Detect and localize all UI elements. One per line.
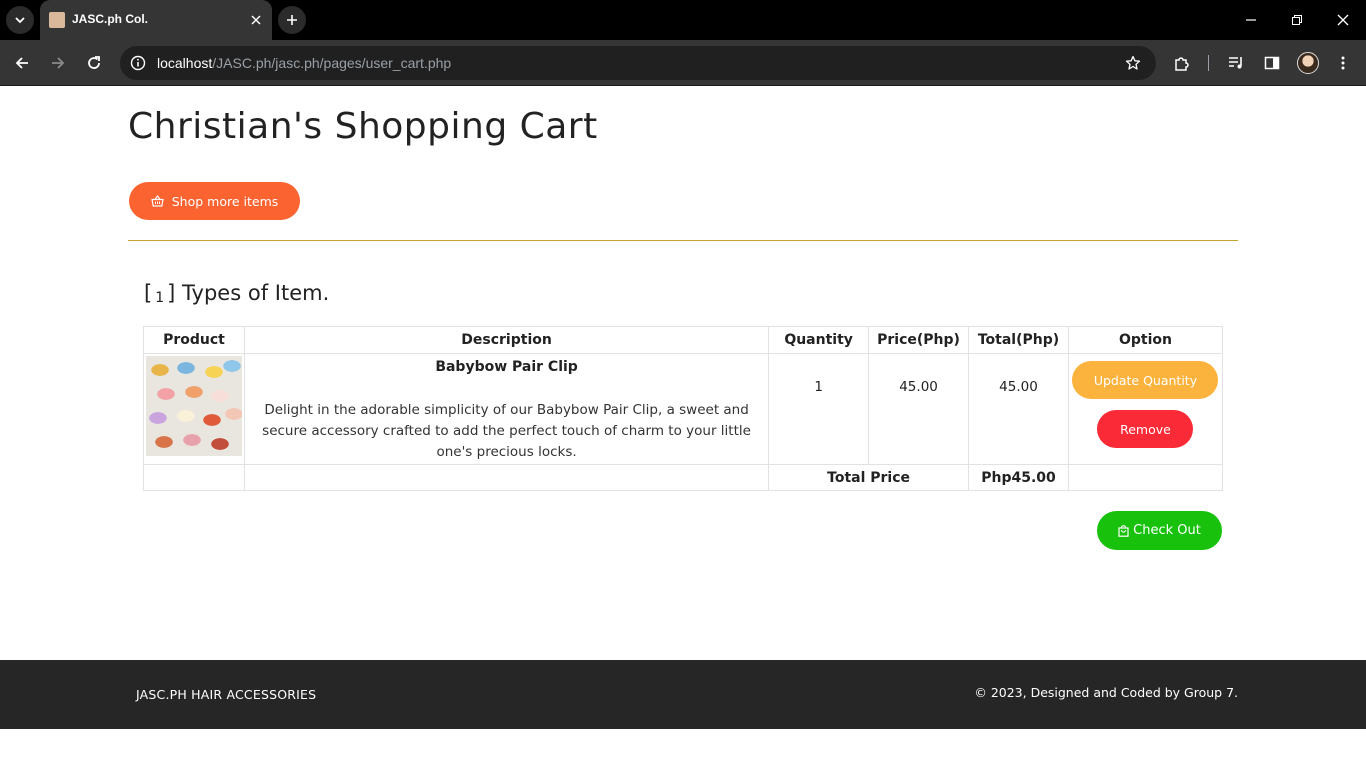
- header-option: Option: [1067, 326, 1224, 354]
- header-total: Total(Php): [968, 326, 1069, 354]
- item-types-heading: [1] Types of Item.: [144, 281, 329, 306]
- toolbar-separator: [1208, 55, 1209, 71]
- page-content: Christian's Shopping Cart Shop more item…: [0, 87, 1366, 768]
- checkout-label: Check Out: [1133, 523, 1201, 538]
- types-suffix: ] Types of Item.: [167, 281, 330, 305]
- minimize-button[interactable]: [1239, 8, 1263, 32]
- footer-brand: JASC.PH HAIR ACCESSORIES: [136, 687, 317, 702]
- basket-icon: [151, 195, 164, 207]
- header-price: Price(Php): [868, 326, 970, 354]
- checkout-button[interactable]: Check Out: [1097, 511, 1222, 550]
- price-cell: 45.00: [868, 353, 970, 465]
- shop-more-items-button[interactable]: Shop more items: [129, 182, 300, 220]
- forward-button[interactable]: [46, 51, 70, 75]
- section-divider: [128, 240, 1238, 241]
- cart-header-row: Product Description Quantity Price(Php) …: [143, 326, 1224, 354]
- bookmark-button[interactable]: [1122, 52, 1144, 74]
- window-close-button[interactable]: [1331, 8, 1355, 32]
- update-quantity-button[interactable]: Update Quantity: [1072, 361, 1219, 399]
- header-product: Product: [143, 326, 245, 354]
- cart-table: Product Description Quantity Price(Php) …: [143, 326, 1224, 491]
- puzzle-icon: [1175, 57, 1189, 71]
- restore-icon: [1292, 15, 1302, 25]
- url-path: /JASC.ph/jasc.ph/pages/user_cart.php: [212, 55, 452, 71]
- quantity-cell: 1: [768, 353, 870, 465]
- minimize-icon: [1246, 19, 1256, 21]
- chevron-down-icon: [15, 17, 25, 24]
- close-icon: [1337, 14, 1349, 26]
- browser-tab[interactable]: JASC.ph Col.: [40, 0, 272, 40]
- reload-button[interactable]: [82, 51, 106, 75]
- browser-toolbar: localhost/JASC.ph/jasc.ph/pages/user_car…: [0, 40, 1366, 86]
- footer-credit: © 2023, Designed and Coded by Group 7.: [974, 685, 1238, 700]
- tab-close-button[interactable]: [246, 10, 266, 30]
- types-prefix: [: [144, 281, 153, 305]
- site-info-button[interactable]: [126, 51, 150, 75]
- back-button[interactable]: [10, 51, 34, 75]
- new-tab-button[interactable]: [278, 6, 306, 34]
- total-row: Total Price Php45.00: [143, 464, 1224, 491]
- option-cell: Update Quantity Remove: [1067, 353, 1224, 465]
- types-count: 1: [155, 290, 165, 306]
- address-bar[interactable]: localhost/JASC.ph/jasc.ph/pages/user_car…: [120, 46, 1156, 80]
- arrow-left-icon: [15, 57, 28, 69]
- footer: JASC.PH HAIR ACCESSORIES © 2023, Designe…: [0, 660, 1366, 729]
- media-control-button[interactable]: [1224, 51, 1248, 75]
- plus-icon: [287, 15, 297, 25]
- product-image: [146, 356, 242, 456]
- restore-button[interactable]: [1285, 8, 1309, 32]
- page-title: Christian's Shopping Cart: [128, 106, 598, 147]
- browser-tab-strip: JASC.ph Col.: [0, 0, 1366, 40]
- queue-music-icon: [1229, 57, 1242, 69]
- close-icon: [251, 15, 261, 25]
- reload-icon: [88, 56, 100, 69]
- site-favicon-icon: [49, 12, 65, 28]
- shop-more-items-label: Shop more items: [171, 193, 279, 209]
- shopping-bag-icon: [1118, 524, 1129, 537]
- header-description: Description: [243, 326, 770, 354]
- tab-search-button[interactable]: [6, 6, 34, 34]
- url-host: localhost: [157, 55, 213, 71]
- total-cell: 45.00: [968, 353, 1069, 465]
- arrow-right-icon: [52, 57, 65, 69]
- total-row-empty-cell: [1067, 464, 1224, 491]
- extensions-button[interactable]: [1170, 51, 1194, 75]
- table-row: Babybow Pair Clip Delight in the adorabl…: [143, 353, 1224, 465]
- item-description: Delight in the adorable simplicity of ou…: [262, 402, 751, 460]
- product-cell: [143, 353, 245, 465]
- url-text[interactable]: localhost/JASC.ph/jasc.ph/pages/user_car…: [157, 55, 451, 71]
- profile-avatar[interactable]: [1297, 52, 1319, 74]
- remove-button[interactable]: Remove: [1097, 410, 1194, 448]
- total-row-empty-cell: [243, 464, 770, 491]
- side-panel-button[interactable]: [1260, 51, 1284, 75]
- total-price-label: Total Price: [768, 464, 970, 491]
- star-icon: [1125, 55, 1141, 70]
- description-cell: Babybow Pair Clip Delight in the adorabl…: [243, 353, 770, 465]
- side-panel-icon: [1264, 56, 1280, 70]
- info-icon: [130, 55, 146, 71]
- header-quantity: Quantity: [768, 326, 870, 354]
- more-vert-icon: [1341, 56, 1345, 70]
- item-name: Babybow Pair Clip: [435, 359, 578, 375]
- total-price-value: Php45.00: [968, 464, 1069, 491]
- total-row-empty-cell: [143, 464, 245, 491]
- browser-menu-button[interactable]: [1331, 51, 1355, 75]
- tab-title: JASC.ph Col.: [72, 12, 149, 26]
